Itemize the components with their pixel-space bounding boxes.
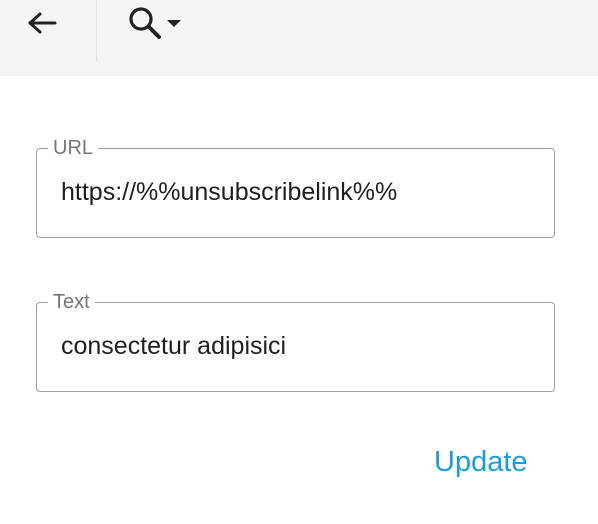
text-field-value[interactable]: consectetur adipisici <box>61 329 286 363</box>
back-button[interactable] <box>20 4 64 42</box>
arrow-left-icon <box>28 12 57 34</box>
text-field[interactable]: Text consectetur adipisici <box>36 290 555 392</box>
update-button[interactable]: Update <box>424 440 538 484</box>
toolbar-divider <box>96 0 97 62</box>
search-menu-button[interactable] <box>126 2 200 44</box>
url-field-label: URL <box>48 136 99 160</box>
caret-down-icon <box>167 20 181 27</box>
url-field[interactable]: URL https://%%unsubscribelink%% <box>36 136 555 238</box>
text-field-label: Text <box>48 290 95 314</box>
url-field-value[interactable]: https://%%unsubscribelink%% <box>61 175 397 209</box>
magnifier-icon <box>129 7 161 39</box>
toolbar <box>0 0 598 76</box>
